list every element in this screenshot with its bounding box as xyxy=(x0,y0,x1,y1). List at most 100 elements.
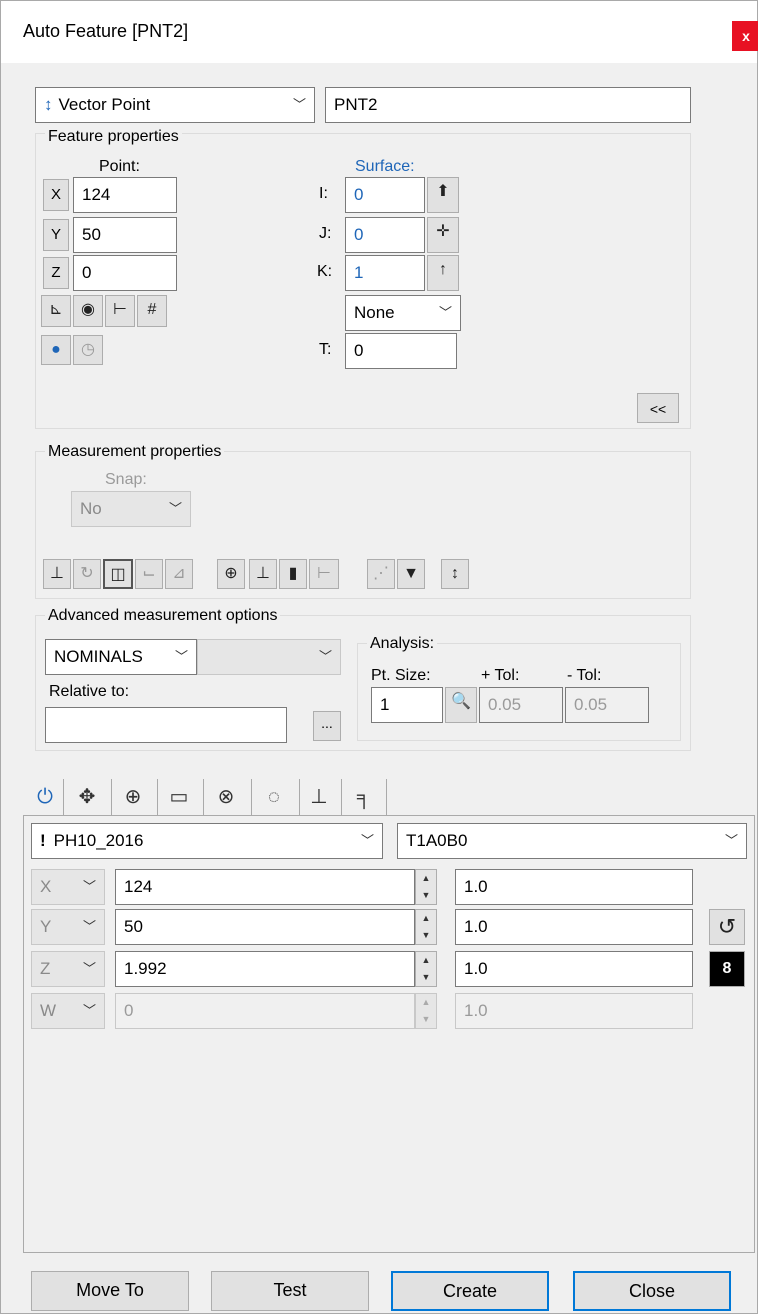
row-w-axis-select: W ﹀ xyxy=(31,993,105,1029)
perpendicular-vector-icon[interactable]: ✛ xyxy=(427,217,459,253)
tip-select[interactable]: T1A0B0 ﹀ xyxy=(397,823,747,859)
nominals-option-select[interactable]: ﹀ xyxy=(197,639,341,675)
undo-icon[interactable]: ↺ xyxy=(709,909,745,945)
chevron-down-icon: ﹀ xyxy=(82,879,96,894)
row-x-step-input[interactable]: 1.0 xyxy=(455,869,693,905)
grid-icon[interactable]: # xyxy=(137,295,167,327)
create-button[interactable]: Create xyxy=(391,1271,549,1311)
i-label: I: xyxy=(319,185,328,202)
point-x-input[interactable]: 124 xyxy=(73,177,177,213)
point-y-input[interactable]: 50 xyxy=(73,217,177,253)
play-icon[interactable]: ● xyxy=(41,335,71,365)
move-to-button[interactable]: Move To xyxy=(31,1271,189,1311)
row-y-value-input[interactable]: 50 xyxy=(115,909,415,945)
height-icon[interactable]: ↕ xyxy=(441,559,469,589)
feature-type-value: Vector Point xyxy=(58,95,151,114)
test-button[interactable]: Test xyxy=(211,1271,369,1311)
reader-icon[interactable]: 8 xyxy=(709,951,745,987)
row-x-spinner[interactable]: ▲ ▼ xyxy=(415,869,437,905)
probe-select[interactable]: ! PH10_2016 ﹀ xyxy=(31,823,383,859)
analysis-zoom-icon[interactable]: 🔍 xyxy=(445,687,477,723)
flip-vector-icon[interactable]: ⬆ xyxy=(427,177,459,213)
target-icon[interactable]: ⊕ xyxy=(217,559,245,589)
spacer-icon[interactable]: ⊢ xyxy=(309,559,339,589)
row-y-spinner[interactable]: ▲ ▼ xyxy=(415,909,437,945)
surface-i-input[interactable]: 0 xyxy=(345,177,425,213)
scan-points-icon[interactable]: ⋰ xyxy=(367,559,395,589)
thickness-input[interactable]: 0 xyxy=(345,333,457,369)
window-title: Auto Feature [PNT2] xyxy=(23,21,189,41)
point-z-input[interactable]: 0 xyxy=(73,255,177,291)
depth-icon[interactable]: ⊥ xyxy=(249,559,277,589)
row-axis-label: Y xyxy=(40,917,52,936)
row-x-value-input[interactable]: 124 xyxy=(115,869,415,905)
nominals-select[interactable]: NOMINALS ﹀ xyxy=(45,639,197,675)
chevron-down-icon: ﹀ xyxy=(168,501,182,516)
tab-display-icon[interactable]: ▭ xyxy=(157,779,200,815)
touch-icon[interactable]: ⊥ xyxy=(43,559,71,589)
edge-point-icon[interactable]: ⊢ xyxy=(105,295,135,327)
row-y-axis-select[interactable]: Y ﹀ xyxy=(31,909,105,945)
surface-label: Surface: xyxy=(355,158,415,175)
z-axis-button[interactable]: Z xyxy=(43,257,69,289)
row-z-axis-select[interactable]: Z ﹀ xyxy=(31,951,105,987)
tab-probe-icon[interactable]: ⏻ xyxy=(31,779,59,815)
row-y-step-input[interactable]: 1.0 xyxy=(455,909,693,945)
none-select-value: None xyxy=(354,303,395,322)
show-hits-icon[interactable]: ⌙ xyxy=(135,559,163,589)
y-axis-button[interactable]: Y xyxy=(43,219,69,251)
analysis-label: Analysis: xyxy=(367,635,438,653)
surface-j-input[interactable]: 0 xyxy=(345,217,425,253)
tab-depth-icon[interactable]: ⊥ xyxy=(299,779,338,815)
chevron-down-icon: ﹀ xyxy=(318,649,332,664)
feature-type-select[interactable]: ↕ Vector Point ﹀ xyxy=(35,87,315,123)
surface-k-input[interactable]: 1 xyxy=(345,255,425,291)
row-z-step-input[interactable]: 1.0 xyxy=(455,951,693,987)
snap-select[interactable]: No ﹀ xyxy=(71,491,191,527)
snap-label: Snap: xyxy=(105,471,147,488)
history-icon[interactable]: ◷ xyxy=(73,335,103,365)
tab-cone-icon[interactable]: ◌ xyxy=(251,779,296,815)
auto-feature-dialog: Auto Feature [PNT2] x ↕ Vector Point ﹀ PN… xyxy=(0,0,758,1314)
tab-move-icon[interactable]: ✥ xyxy=(63,779,110,815)
row-w-step-input: 1.0 xyxy=(455,993,693,1029)
nominals-value: NOMINALS xyxy=(54,647,143,666)
vector-up-icon[interactable]: ↑ xyxy=(427,255,459,291)
t-label: T: xyxy=(319,341,332,358)
coordinate-system-icon[interactable]: ⊾ xyxy=(41,295,71,327)
pt-size-input[interactable]: 1 xyxy=(371,687,443,723)
row-axis-label: X xyxy=(40,877,52,896)
collapse-button[interactable]: << xyxy=(637,393,679,423)
plus-tol-input[interactable]: 0.05 xyxy=(479,687,563,723)
x-axis-button[interactable]: X xyxy=(43,179,69,211)
close-button[interactable]: Close xyxy=(573,1271,731,1311)
edge-icon[interactable]: ▮ xyxy=(279,559,307,589)
feature-properties-label: Feature properties xyxy=(45,128,182,146)
tab-path-icon[interactable]: ╕ xyxy=(341,779,387,815)
relative-to-label: Relative to: xyxy=(49,683,130,700)
row-w-value-input: 0 xyxy=(115,993,415,1029)
chevron-down-icon: ﹀ xyxy=(438,305,452,320)
auto-wrist-icon[interactable]: ↻ xyxy=(73,559,101,589)
row-w-spinner: ▲ ▼ xyxy=(415,993,437,1029)
tab-circle-x-icon[interactable]: ⊗ xyxy=(203,779,248,815)
clearance-plane-icon[interactable]: ◫ xyxy=(103,559,133,589)
row-z-spinner[interactable]: ▲ ▼ xyxy=(415,951,437,987)
feature-name-input[interactable]: PNT2 xyxy=(325,87,691,123)
chevron-down-icon: ﹀ xyxy=(292,97,306,112)
close-window-button[interactable]: x xyxy=(732,21,758,51)
find-hole-icon[interactable]: ◉ xyxy=(73,295,103,327)
tab-target-icon[interactable]: ⊕ xyxy=(111,779,154,815)
filter-icon[interactable]: ▼ xyxy=(397,559,425,589)
pt-size-label: Pt. Size: xyxy=(371,667,431,684)
browse-button[interactable]: ... xyxy=(313,711,341,741)
relative-to-input[interactable] xyxy=(45,707,287,743)
sample-hits-icon[interactable]: ⊿ xyxy=(165,559,193,589)
row-x-axis-select[interactable]: X ﹀ xyxy=(31,869,105,905)
minus-tol-input[interactable]: 0.05 xyxy=(565,687,649,723)
j-label: J: xyxy=(319,225,332,242)
row-z-value-input[interactable]: 1.992 xyxy=(115,951,415,987)
none-select[interactable]: None ﹀ xyxy=(345,295,461,331)
chevron-down-icon: ﹀ xyxy=(82,919,96,934)
measurement-properties-label: Measurement properties xyxy=(45,443,225,461)
